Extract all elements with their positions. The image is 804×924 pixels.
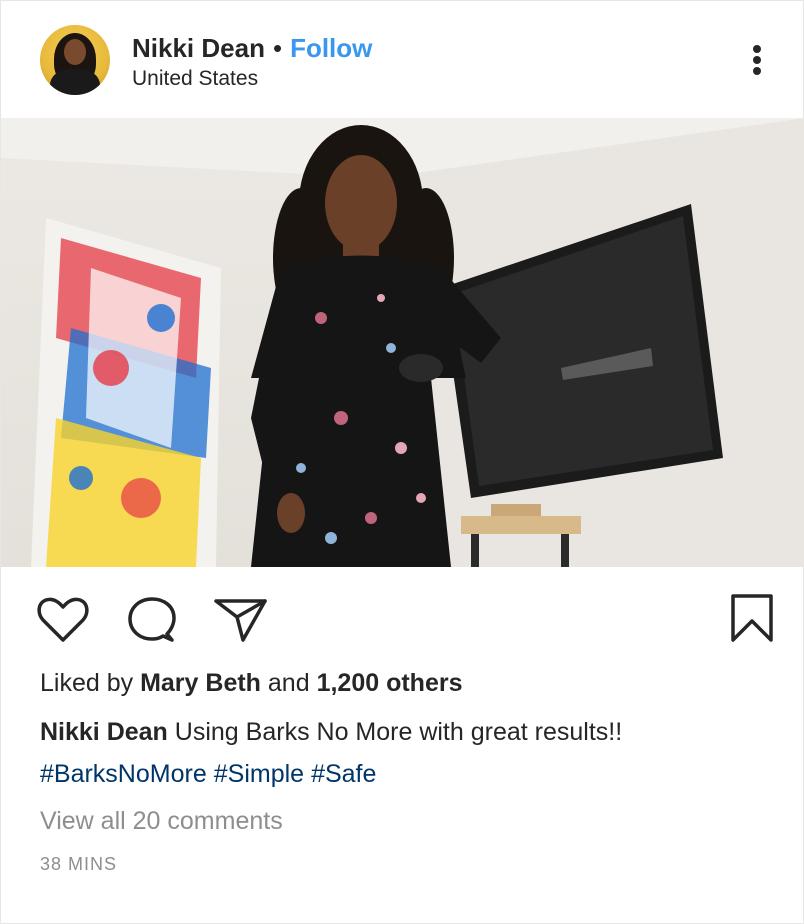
post-caption: Nikki Dean Using Barks No More with grea… xyxy=(40,718,622,747)
location-label[interactable]: United States xyxy=(132,67,258,91)
view-comments-link[interactable]: View all 20 comments xyxy=(40,807,283,836)
separator-dot: • xyxy=(272,32,283,63)
avatar[interactable] xyxy=(40,25,110,95)
hashtag[interactable]: #Simple xyxy=(214,760,304,788)
follow-button[interactable]: Follow xyxy=(290,33,372,64)
caption-text: Using Barks No More with great results!! xyxy=(174,718,623,746)
paper-plane-icon[interactable] xyxy=(213,597,269,643)
hashtag-list: #BarksNoMore #Simple #Safe xyxy=(40,760,383,789)
post-header: Nikki Dean • Follow United States xyxy=(1,1,804,118)
abstract-painting xyxy=(31,218,221,567)
more-options-icon[interactable] xyxy=(745,43,769,77)
hashtag[interactable]: #Safe xyxy=(311,760,376,788)
heart-icon[interactable] xyxy=(37,597,89,643)
likes-count[interactable]: 1,200 others xyxy=(317,669,463,697)
liker-name[interactable]: Mary Beth xyxy=(140,669,261,697)
comment-bubble-icon[interactable] xyxy=(126,596,178,644)
post-actions xyxy=(1,567,804,667)
hashtag[interactable]: #BarksNoMore xyxy=(40,760,207,788)
author-name[interactable]: Nikki Dean xyxy=(132,33,265,64)
post-card: Nikki Dean • Follow United States Liked … xyxy=(0,0,804,924)
likes-prefix: Liked by xyxy=(40,669,134,697)
likes-summary: Liked by Mary Beth and 1,200 others xyxy=(40,669,463,698)
post-timestamp: 38 MINS xyxy=(40,854,118,874)
caption-author[interactable]: Nikki Dean xyxy=(40,718,168,746)
likes-conjunction: and xyxy=(267,669,310,697)
post-photo[interactable] xyxy=(1,118,804,567)
bookmark-icon[interactable] xyxy=(729,593,775,643)
author-row: Nikki Dean • Follow xyxy=(132,31,372,65)
